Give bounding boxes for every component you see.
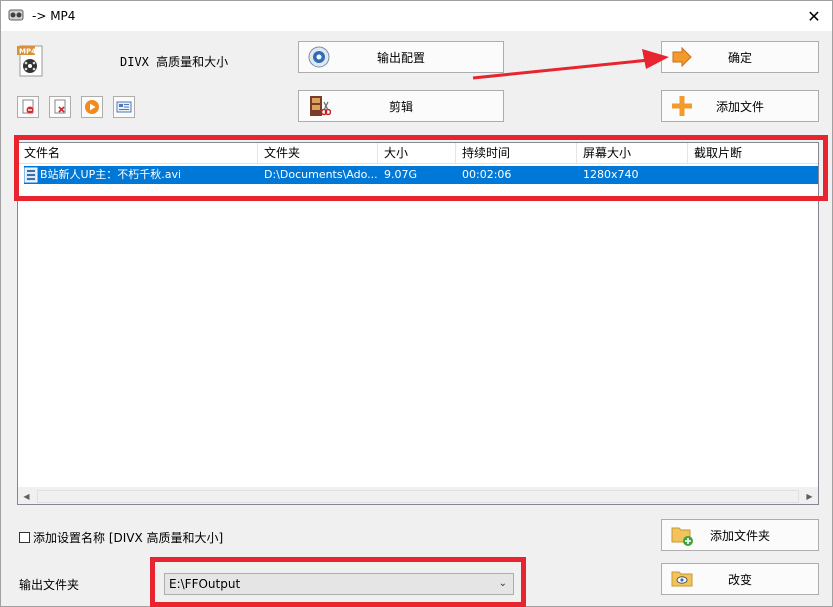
scroll-right-icon[interactable]: ▶ [801,488,818,505]
edit-button[interactable]: 剪辑 [298,90,504,122]
remove-file-tool[interactable] [17,96,39,118]
clear-icon [54,99,66,114]
arrow-right-icon [672,46,692,68]
chevron-down-icon: ⌄ [498,578,507,589]
play-tool[interactable] [81,96,103,118]
horizontal-scrollbar[interactable]: ◀ ▶ [18,487,818,504]
cell-clip [688,166,808,184]
add-file-button[interactable]: 添加文件 [661,90,819,122]
change-label: 改变 [727,572,752,587]
output-config-button[interactable]: 输出配置 [298,41,504,73]
table-row[interactable]: B站新人UP主：不朽千秋.avi D:\Documents\Ado... 9.0… [24,166,818,184]
converter-window: -> MP4 ✕ MP4 DIVX 高质量和大小 输出配置 确定 剪辑 添加文件… [0,0,833,607]
mp4-format-icon: MP4 [17,45,43,77]
cell-name: B站新人UP主：不朽千秋.avi [24,166,258,184]
column-header-duration[interactable]: 持续时间 [456,143,577,164]
cell-folder: D:\Documents\Ado... [264,168,378,181]
cell-screen: 1280x740 [583,168,639,181]
app-icon [8,9,24,21]
column-header-name[interactable]: 文件名 [18,143,258,164]
file-list[interactable]: 文件名 文件夹 大小 持续时间 屏幕大小 截取片断 B站新人UP主：不朽千秋.a… [17,142,819,505]
video-file-icon [24,167,38,183]
folder-add-icon [671,527,693,546]
list-header: 文件名 文件夹 大小 持续时间 屏幕大小 截取片断 [18,143,818,164]
add-setting-name-checkbox[interactable] [19,532,30,543]
title-bar: -> MP4 ✕ [1,1,832,31]
add-setting-name-option[interactable]: 添加设置名称 [DIVX 高质量和大小] [19,529,223,546]
ok-button[interactable]: 确定 [661,41,819,73]
cell-size: 9.07G [384,168,418,181]
column-header-screen[interactable]: 屏幕大小 [577,143,688,164]
format-label: DIVX 高质量和大小 [120,55,229,69]
close-icon: ✕ [807,6,821,26]
ok-label: 确定 [727,50,752,65]
output-folder-select[interactable]: E:\FFOutput ⌄ [164,573,514,595]
close-button[interactable]: ✕ [796,1,832,31]
gear-icon [308,46,330,68]
play-icon [85,100,99,114]
scrollbar-thumb[interactable] [37,490,799,503]
file-name: B站新人UP主：不朽千秋.avi [40,168,182,181]
plus-icon [672,96,692,116]
add-setting-name-label: 添加设置名称 [DIVX 高质量和大小] [33,531,224,545]
add-folder-button[interactable]: 添加文件夹 [661,519,819,551]
svg-text:MP4: MP4 [19,48,36,56]
film-scissors-icon [310,96,331,116]
add-folder-label: 添加文件夹 [709,528,770,543]
column-header-folder[interactable]: 文件夹 [258,143,378,164]
scroll-left-icon[interactable]: ◀ [18,488,35,505]
remove-icon [22,99,34,114]
add-file-label: 添加文件 [715,99,764,114]
edit-label: 剪辑 [388,99,413,114]
column-header-clip[interactable]: 截取片断 [688,143,818,164]
clear-list-tool[interactable] [49,96,71,118]
folder-eye-icon [671,571,693,587]
media-info-tool[interactable] [113,96,135,118]
change-button[interactable]: 改变 [661,563,819,595]
cell-duration: 00:02:06 [462,168,512,181]
info-icon [116,101,132,113]
output-folder-label: 输出文件夹 [19,578,80,592]
column-header-size[interactable]: 大小 [378,143,456,164]
output-config-label: 输出配置 [376,50,425,65]
output-folder-value: E:\FFOutput [169,577,241,591]
window-title: -> MP4 [32,9,76,23]
